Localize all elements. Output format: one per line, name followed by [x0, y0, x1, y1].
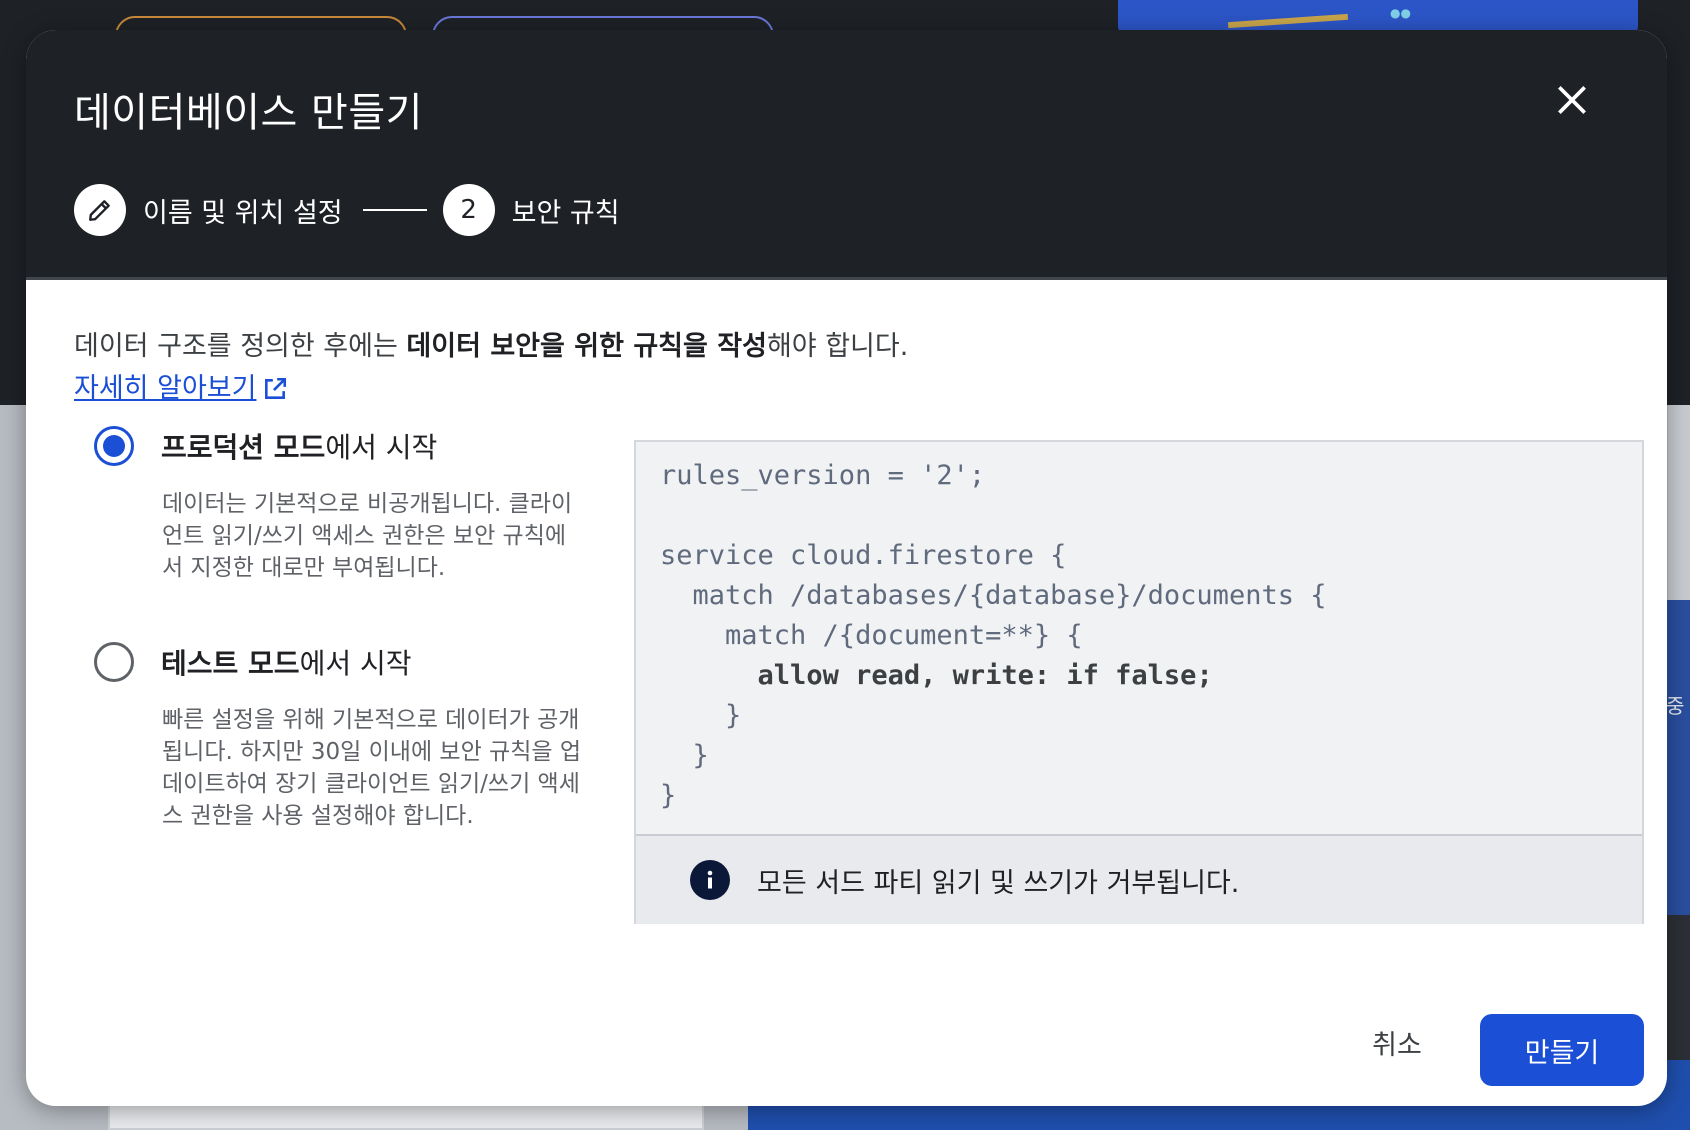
background-strip [1668, 405, 1690, 600]
code-line: } [660, 700, 742, 731]
step-2-indicator: 2 [442, 184, 495, 236]
test-mode-label-bold: 테스트 모드 [161, 647, 300, 680]
intro-text-start: 데이터 구조를 정의한 후에는 [74, 331, 407, 362]
stepper: 이름 및 위치 설정 2 보안 규칙 [74, 183, 620, 237]
production-mode-label: 프로덕션 모드에서 시작 [161, 426, 437, 466]
step-1-label: 이름 및 위치 설정 [143, 197, 343, 229]
production-mode-radio[interactable] [94, 426, 134, 466]
learn-more-label: 자세히 알아보기 [74, 373, 257, 404]
production-mode-label-rest: 에서 시작 [325, 431, 438, 464]
test-mode-label-rest: 에서 시작 [299, 647, 412, 680]
notice-text: 모든 서드 파티 읽기 및 쓰기가 거부됩니다. [757, 867, 1240, 899]
dialog-title: 데이터베이스 만들기 [74, 90, 423, 136]
code-line: match /databases/{database}/documents { [660, 580, 1327, 611]
step-connector [362, 209, 427, 211]
create-button[interactable]: 만들기 [1480, 1014, 1644, 1086]
code-line: } [660, 740, 709, 771]
rules-code: rules_version = '2'; service cloud.fires… [660, 456, 1622, 816]
production-mode-label-bold: 프로덕션 모드 [161, 431, 326, 464]
cancel-button[interactable]: 취소 [1342, 1014, 1452, 1070]
test-mode-description: 빠른 설정을 위해 기본적으로 데이터가 공개됩니다. 하지만 30일 이내에 … [162, 707, 582, 829]
deny-rule-code: allow read, write: if false; [757, 660, 1213, 691]
code-line: match /{document=**} { [660, 620, 1083, 651]
pencil-icon [89, 200, 110, 221]
intro-text: 데이터 구조를 정의한 후에는 데이터 보안을 위한 규칙을 작성해야 합니다. [74, 327, 908, 367]
dialog-header: 데이터베이스 만들기 이름 및 위치 설정 2 보안 규칙 [26, 30, 1667, 280]
close-button[interactable] [1544, 72, 1600, 128]
close-icon [1558, 86, 1586, 114]
learn-more-link[interactable]: 자세히 알아보기 [74, 369, 288, 409]
production-mode-description: 데이터는 기본적으로 비공개됩니다. 클라이언트 읽기/쓰기 액세스 권한은 보… [162, 491, 573, 581]
code-line-highlight: allow read, write: if false; [660, 656, 1622, 696]
create-database-dialog: 데이터베이스 만들기 이름 및 위치 설정 2 보안 규칙 데이터 구조를 정의… [26, 30, 1667, 1106]
rules-notice: 모든 서드 파티 읽기 및 쓰기가 거부됩니다. [636, 834, 1642, 924]
info-icon [690, 860, 730, 900]
code-line: } [660, 780, 677, 811]
open-in-new-icon [265, 377, 287, 399]
code-line: service cloud.firestore { [660, 540, 1067, 571]
step-2-label: 보안 규칙 [511, 197, 620, 229]
security-rules-preview: rules_version = '2'; service cloud.fires… [634, 440, 1644, 924]
background-illustration-dots: ●● [1390, 6, 1411, 20]
step-1-indicator [74, 184, 126, 236]
intro-text-end: 해야 합니다. [766, 331, 909, 362]
production-mode-option[interactable]: 프로덕션 모드에서 시작 [94, 426, 437, 466]
intro-text-bold: 데이터 보안을 위한 규칙을 작성 [406, 331, 767, 362]
radio-selected-dot [103, 435, 125, 457]
test-mode-radio[interactable] [94, 642, 134, 682]
code-line: rules_version = '2'; [660, 460, 986, 491]
test-mode-option[interactable]: 테스트 모드에서 시작 [94, 642, 412, 682]
background-side-text: 중 [1666, 694, 1685, 718]
test-mode-label: 테스트 모드에서 시작 [161, 642, 412, 682]
